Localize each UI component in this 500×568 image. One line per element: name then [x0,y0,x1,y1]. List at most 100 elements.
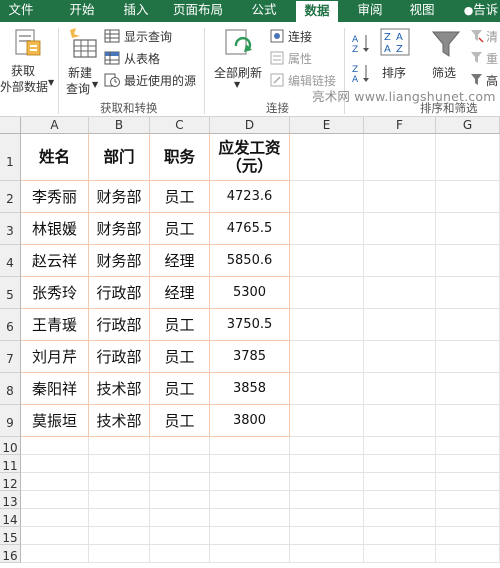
row-header[interactable]: 7 [0,341,21,373]
row-header[interactable]: 12 [0,473,21,491]
cell[interactable] [21,437,89,455]
salary-cell[interactable]: 5300 [210,277,290,309]
cell[interactable] [21,509,89,527]
cell[interactable] [210,527,290,545]
tab-page-layout[interactable]: 页面布局 [166,0,230,22]
table-cell[interactable]: 经理 [150,245,210,277]
cell[interactable] [150,491,210,509]
cell[interactable] [290,181,364,213]
table-cell[interactable]: 员工 [150,405,210,437]
salary-cell[interactable]: 3800 [210,405,290,437]
table-cell[interactable]: 莫振垣 [21,405,89,437]
salary-cell[interactable]: 4765.5 [210,213,290,245]
table-cell[interactable]: 财务部 [89,213,150,245]
column-header-d[interactable]: D [210,117,290,134]
cell[interactable] [150,437,210,455]
cell[interactable] [364,455,436,473]
row-header[interactable]: 16 [0,545,21,563]
cell[interactable] [150,473,210,491]
column-header-a[interactable]: A [21,117,89,134]
cell[interactable] [150,509,210,527]
recent-sources-button[interactable]: 最近使用的源 [104,72,204,88]
tab-insert[interactable]: 插入 [114,0,158,22]
connections-button[interactable]: 连接 [270,28,330,44]
row-header[interactable]: 14 [0,509,21,527]
select-all-corner[interactable] [0,117,21,134]
show-queries-button[interactable]: 显示查询 [104,28,204,44]
cell[interactable] [21,473,89,491]
cell[interactable] [150,455,210,473]
table-header-cell[interactable]: 职务 [150,134,210,181]
cell[interactable] [290,455,364,473]
column-header-g[interactable]: G [436,117,500,134]
row-header[interactable]: 8 [0,373,21,405]
row-header[interactable]: 13 [0,491,21,509]
cell[interactable] [364,473,436,491]
cell[interactable] [89,545,150,563]
table-cell[interactable]: 王青瑗 [21,309,89,341]
salary-cell[interactable]: 3785 [210,341,290,373]
cell[interactable] [436,309,500,341]
row-header[interactable]: 3 [0,213,21,245]
cell[interactable] [21,491,89,509]
tab-data[interactable]: 数据 [296,0,338,23]
refresh-all-button[interactable]: 全部刷新 ▼ [210,24,266,98]
table-cell[interactable]: 员工 [150,341,210,373]
table-cell[interactable]: 张秀玲 [21,277,89,309]
tab-view[interactable]: 视图 [402,0,442,22]
from-table-button[interactable]: 从表格 [104,50,204,66]
cell[interactable] [436,181,500,213]
cell[interactable] [436,373,500,405]
cell[interactable] [21,545,89,563]
cell[interactable] [290,527,364,545]
cell[interactable] [290,373,364,405]
cell[interactable] [436,527,500,545]
cell[interactable] [364,437,436,455]
row-header[interactable]: 2 [0,181,21,213]
cell[interactable] [290,245,364,277]
cell[interactable] [364,134,436,181]
table-cell[interactable]: 员工 [150,213,210,245]
cell[interactable] [364,405,436,437]
cell[interactable] [364,545,436,563]
cell[interactable] [89,455,150,473]
table-cell[interactable]: 秦阳祥 [21,373,89,405]
table-cell[interactable]: 财务部 [89,181,150,213]
cell[interactable] [436,277,500,309]
cell[interactable] [290,437,364,455]
cell[interactable] [210,509,290,527]
cell[interactable] [210,545,290,563]
salary-cell[interactable]: 5850.6 [210,245,290,277]
cell[interactable] [436,341,500,373]
cell[interactable] [436,545,500,563]
cell[interactable] [290,309,364,341]
cell[interactable] [364,491,436,509]
cell[interactable] [210,473,290,491]
row-header[interactable]: 6 [0,309,21,341]
table-cell[interactable]: 行政部 [89,309,150,341]
table-cell[interactable]: 李秀丽 [21,181,89,213]
cell[interactable] [436,134,500,181]
cell[interactable] [89,491,150,509]
table-cell[interactable]: 员工 [150,181,210,213]
column-header-c[interactable]: C [150,117,210,134]
cell[interactable] [290,341,364,373]
cell[interactable] [290,473,364,491]
cell[interactable] [364,213,436,245]
table-cell[interactable]: 技术部 [89,373,150,405]
column-header-f[interactable]: F [364,117,436,134]
cell[interactable] [290,405,364,437]
cell[interactable] [436,491,500,509]
table-cell[interactable]: 行政部 [89,277,150,309]
tab-tell-me[interactable]: ●告诉 [462,0,500,22]
tab-formulas[interactable]: 公式 [244,0,284,22]
table-cell[interactable]: 技术部 [89,405,150,437]
row-header[interactable]: 9 [0,405,21,437]
cell[interactable] [89,437,150,455]
row-header[interactable]: 5 [0,277,21,309]
row-header[interactable]: 10 [0,437,21,455]
sort-descending-button[interactable]: Z A [352,62,372,85]
cell[interactable] [290,277,364,309]
table-cell[interactable]: 员工 [150,309,210,341]
cell[interactable] [436,405,500,437]
